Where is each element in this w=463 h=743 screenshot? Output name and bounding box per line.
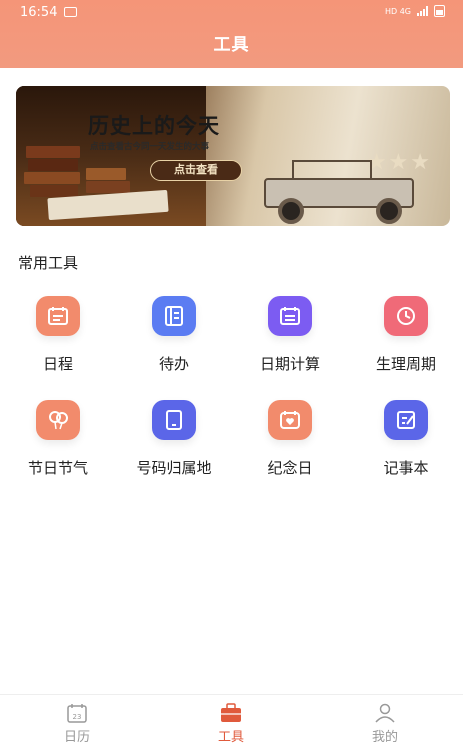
history-today-banner[interactable]: ★★★ 历史上的今天 点击查看古今同一天发生的大事 点击查看 <box>16 86 450 226</box>
tool-label: 记事本 <box>383 459 429 477</box>
tab-label: 我的 <box>371 730 398 743</box>
banner-subtitle: 点击查看古今同一天发生的大事 <box>90 142 210 152</box>
jeep-wheel <box>376 198 402 224</box>
tab-mine[interactable]: 我的 <box>308 695 462 743</box>
signal-icon <box>417 6 428 16</box>
banner-headline: 历史上的今天 <box>88 113 220 138</box>
note-edit-icon <box>384 400 428 440</box>
app-header: 16:54 HD 4G 工具 <box>0 0 463 68</box>
tool-festivals[interactable]: 节日节气 <box>0 400 116 478</box>
section-title: 常用工具 <box>18 254 79 272</box>
tool-label: 号码归属地 <box>136 459 212 477</box>
tool-label: 日期计算 <box>259 355 320 373</box>
tab-tools[interactable]: 工具 <box>154 695 308 743</box>
jeep-wheel <box>278 198 304 224</box>
heart-calendar-icon <box>268 400 312 440</box>
page-title: 工具 <box>213 35 250 55</box>
phone-icon <box>152 400 196 440</box>
toolbox-icon <box>221 703 241 722</box>
tool-label: 纪念日 <box>267 459 313 477</box>
date-calc-icon <box>268 296 312 336</box>
network-label: HD 4G <box>384 6 411 16</box>
stars-decoration: ★★★ <box>366 150 432 175</box>
tool-label: 日程 <box>42 355 73 373</box>
image-notification-icon <box>64 7 77 17</box>
calendar-tab-icon: 23 <box>67 704 87 723</box>
tool-phone-location[interactable]: 号码归属地 <box>116 400 232 478</box>
user-icon <box>375 703 395 723</box>
tool-period-cycle[interactable]: 生理周期 <box>348 296 463 374</box>
tab-label: 日历 <box>63 730 90 743</box>
tool-todo[interactable]: 待办 <box>116 296 232 374</box>
cycle-clock-icon <box>384 296 428 336</box>
bottom-tab-bar: 23 日历 工具 我的 <box>0 694 463 743</box>
tool-label: 待办 <box>158 355 189 373</box>
tool-date-calculation[interactable]: 日期计算 <box>232 296 348 374</box>
view-button[interactable]: 点击查看 <box>150 160 242 181</box>
tool-notepad[interactable]: 记事本 <box>348 400 463 478</box>
status-indicators: HD 4G <box>385 5 445 17</box>
calendar-icon <box>36 296 80 336</box>
status-bar: 16:54 HD 4G <box>0 0 463 24</box>
tab-calendar[interactable]: 23 日历 <box>0 695 154 743</box>
tool-label: 节日节气 <box>27 459 88 477</box>
tab-label: 工具 <box>217 730 244 743</box>
balloons-icon <box>36 400 80 440</box>
tool-label: 生理周期 <box>375 355 436 373</box>
svg-text:23: 23 <box>73 713 82 721</box>
tool-anniversary[interactable]: 纪念日 <box>232 400 348 478</box>
status-time: 16:54 <box>20 5 58 20</box>
battery-icon <box>434 5 445 17</box>
tool-schedule[interactable]: 日程 <box>0 296 116 374</box>
notebook-icon <box>152 296 196 336</box>
